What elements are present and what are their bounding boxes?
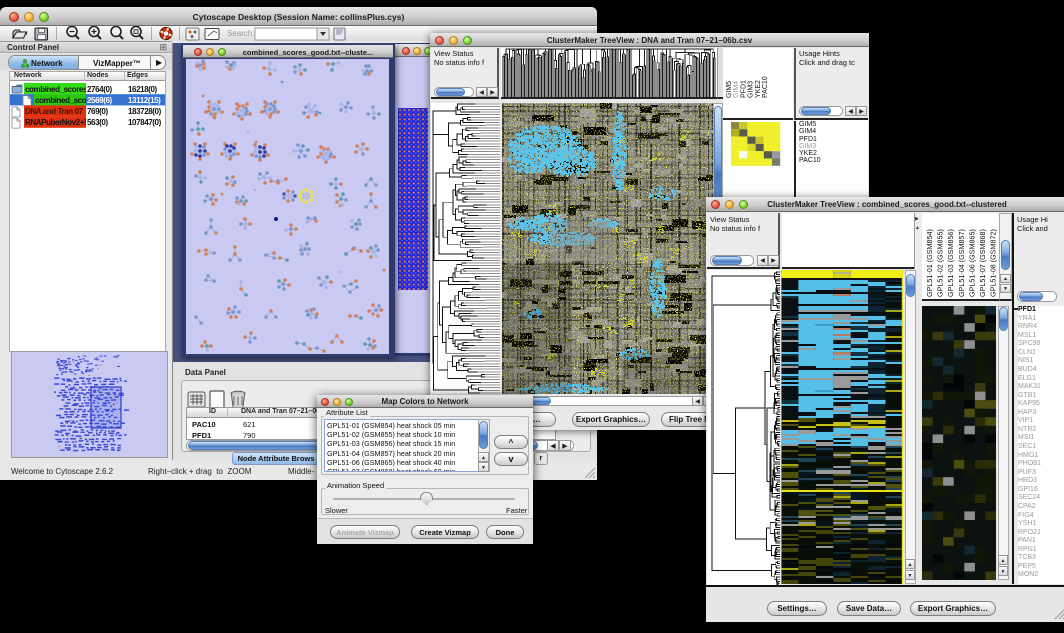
svg-text:GPL51-04 (GSM857): GPL51-04 (GSM857) [957, 229, 966, 297]
svg-text:PAC10: PAC10 [762, 76, 769, 98]
svg-text:GPL51-08 (GSM872): GPL51-08 (GSM872) [989, 229, 998, 297]
svg-text:PFD1: PFD1 [740, 80, 747, 98]
svg-text:GIM5: GIM5 [726, 81, 733, 98]
svg-text:GPL51-07 (GSM868): GPL51-07 (GSM868) [978, 229, 987, 297]
svg-text:GIM4: GIM4 [733, 81, 740, 98]
svg-text:GIM3: GIM3 [748, 81, 755, 98]
svg-text:GPL51-06 (GSM865): GPL51-06 (GSM865) [967, 229, 976, 297]
svg-text:GPL51-03 (GSM856): GPL51-03 (GSM856) [946, 229, 955, 297]
svg-text:YKE2: YKE2 [755, 80, 762, 98]
svg-text:GPL51-01 (GSM854): GPL51-01 (GSM854) [925, 229, 934, 297]
svg-text:GPL51-02 (GSM855): GPL51-02 (GSM855) [936, 229, 945, 297]
